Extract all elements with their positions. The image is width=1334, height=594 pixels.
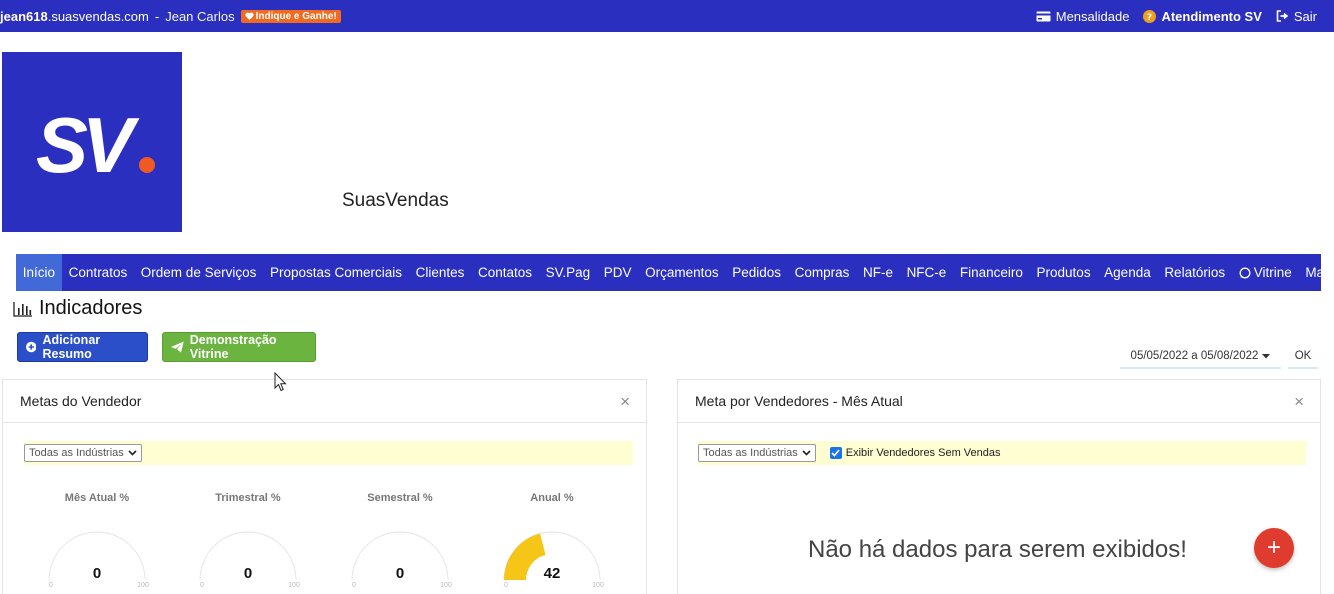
panel-sellers-goal: Meta por Vendedores - Mês Atual × Todas … <box>677 379 1321 594</box>
account-domain: jean618.suasvendas.com <box>0 8 149 24</box>
gauge-fill <box>504 533 546 580</box>
chevron-down-icon <box>802 450 811 456</box>
gauge-value: 0 <box>396 565 404 582</box>
user-name: Jean Carlos <box>165 8 235 24</box>
panel-title: Metas do Vendedor <box>20 393 142 409</box>
gauge-label: Semestral % <box>367 492 433 504</box>
logout-link[interactable]: Sair <box>1276 9 1317 24</box>
gauge-label: Trimestral % <box>215 492 281 504</box>
gauge-label: Anual % <box>530 492 574 504</box>
sign-out-icon <box>1276 10 1289 22</box>
whatsapp-icon <box>1239 267 1251 278</box>
nav-item-vitrine[interactable]: Vitrine <box>1232 254 1299 291</box>
gauge-value: 0 <box>93 565 101 582</box>
top-bar-right: Mensalidade ? Atendimento SV Sair <box>1036 0 1317 32</box>
nav-item-contratos[interactable]: Contratos <box>62 254 134 291</box>
industry-select[interactable]: Todas as Indústrias <box>24 444 142 462</box>
check-icon <box>831 449 840 457</box>
demo-vitrine-button[interactable]: Demonstração Vitrine <box>162 332 316 362</box>
nav-item-ordem-servicos[interactable]: Ordem de Serviços <box>134 254 263 291</box>
add-fab-button[interactable]: + <box>1254 528 1294 568</box>
page-title: Indicadores <box>13 297 142 320</box>
gauge-annual: Anual % 42 0 100 <box>492 492 612 588</box>
panel-header: Metas do Vendedor × <box>3 380 646 423</box>
caret-down-icon <box>1262 353 1271 358</box>
nav-item-pdv[interactable]: PDV <box>597 254 638 291</box>
add-summary-button[interactable]: Adicionar Resumo <box>17 332 148 362</box>
nav-item-inicio[interactable]: Início <box>16 254 62 291</box>
date-ok-button[interactable]: OK <box>1288 345 1318 369</box>
panel-seller-goals: Metas do Vendedor × Todas as Indústrias … <box>2 379 647 594</box>
nav-item-nfe[interactable]: NF-e <box>856 254 900 291</box>
mouse-cursor-icon <box>274 372 287 392</box>
show-sellers-without-sales[interactable]: Exibir Vendedores Sem Vendas <box>829 447 1001 459</box>
date-range-picker[interactable]: 05/05/2022 a 05/08/2022 <box>1120 345 1281 369</box>
industry-select[interactable]: Todas as Indústrias <box>698 444 816 462</box>
gauge-min: 0 <box>504 582 508 588</box>
nav-item-propostas[interactable]: Propostas Comerciais <box>263 254 409 291</box>
nav-item-produtos[interactable]: Produtos <box>1030 254 1098 291</box>
mensalidade-link[interactable]: Mensalidade <box>1036 9 1129 24</box>
gauge-semester: Semestral % 0 0 100 <box>340 492 460 588</box>
plus-circle-icon <box>26 341 37 353</box>
nav-item-agenda[interactable]: Agenda <box>1097 254 1157 291</box>
bar-chart-icon <box>13 301 32 317</box>
top-bar: jean618.suasvendas.com - Jean Carlos Ind… <box>0 0 1334 32</box>
close-icon[interactable]: × <box>620 392 630 412</box>
nav-item-svpag[interactable]: SV.Pag <box>539 254 597 291</box>
nav-item-relatorios[interactable]: Relatórios <box>1158 254 1232 291</box>
chevron-down-icon <box>128 450 137 456</box>
gauge-max: 100 <box>137 582 149 588</box>
nav-item-nfce[interactable]: NFC-e <box>900 254 953 291</box>
empty-message: Não há dados para serem exibidos! <box>808 536 1187 563</box>
atendimento-link[interactable]: ? Atendimento SV <box>1143 9 1262 24</box>
gauge-min: 0 <box>200 582 204 588</box>
nav-item-clientes[interactable]: Clientes <box>409 254 471 291</box>
gauge-chart: 0 0 100 <box>48 531 149 588</box>
nav-item-pedidos[interactable]: Pedidos <box>725 254 787 291</box>
filter-row: Todas as Indústrias <box>24 441 633 465</box>
gauge-min: 0 <box>352 582 356 588</box>
help-circle-icon: ? <box>1143 9 1157 23</box>
gauge-value: 42 <box>544 565 561 582</box>
brand-logo: SV <box>2 52 182 232</box>
panel-header: Meta por Vendedores - Mês Atual × <box>678 380 1320 423</box>
credit-card-icon <box>1036 11 1051 21</box>
paper-plane-icon <box>171 341 184 353</box>
main-nav: Início Contratos Ordem de Serviços Propo… <box>16 254 1334 291</box>
close-icon[interactable]: × <box>1294 392 1304 412</box>
refer-badge[interactable]: Indique e Ganhe! <box>240 9 341 23</box>
separator: - <box>154 8 160 24</box>
gauge-value: 0 <box>244 565 252 582</box>
panel-title: Meta por Vendedores - Mês Atual <box>695 393 903 409</box>
gauge-max: 100 <box>440 582 452 588</box>
nav-item-compras[interactable]: Compras <box>788 254 856 291</box>
gauge-label: Mês Atual % <box>64 492 130 504</box>
gauge-month: Mês Atual % 0 0 100 <box>37 492 157 588</box>
gauge-max: 100 <box>592 582 604 588</box>
checkbox[interactable] <box>829 447 842 459</box>
top-bar-left: jean618.suasvendas.com - Jean Carlos Ind… <box>0 0 341 32</box>
gauge-min: 0 <box>49 582 53 588</box>
nav-item-mais[interactable]: Mais <box>1299 254 1334 291</box>
gauge-max: 100 <box>288 582 300 588</box>
gauge-chart: 0 0 100 <box>199 531 300 588</box>
gauge-chart: 0 0 100 <box>351 531 452 588</box>
nav-item-contatos[interactable]: Contatos <box>471 254 539 291</box>
gauge-quarter: Trimestral % 0 0 100 <box>188 492 308 588</box>
nav-item-financeiro[interactable]: Financeiro <box>953 254 1030 291</box>
svg-text:?: ? <box>1147 13 1152 23</box>
svg-text:SV: SV <box>36 101 140 189</box>
nav-item-orcamentos[interactable]: Orçamentos <box>638 254 725 291</box>
gauge-chart: 42 0 100 <box>503 531 604 588</box>
sv-logo-icon: SV <box>36 101 155 189</box>
filter-row: Todas as Indústrias Exibir Vendedores Se… <box>698 441 1306 465</box>
brand-name: SuasVendas <box>342 190 449 211</box>
heart-icon <box>244 12 254 20</box>
